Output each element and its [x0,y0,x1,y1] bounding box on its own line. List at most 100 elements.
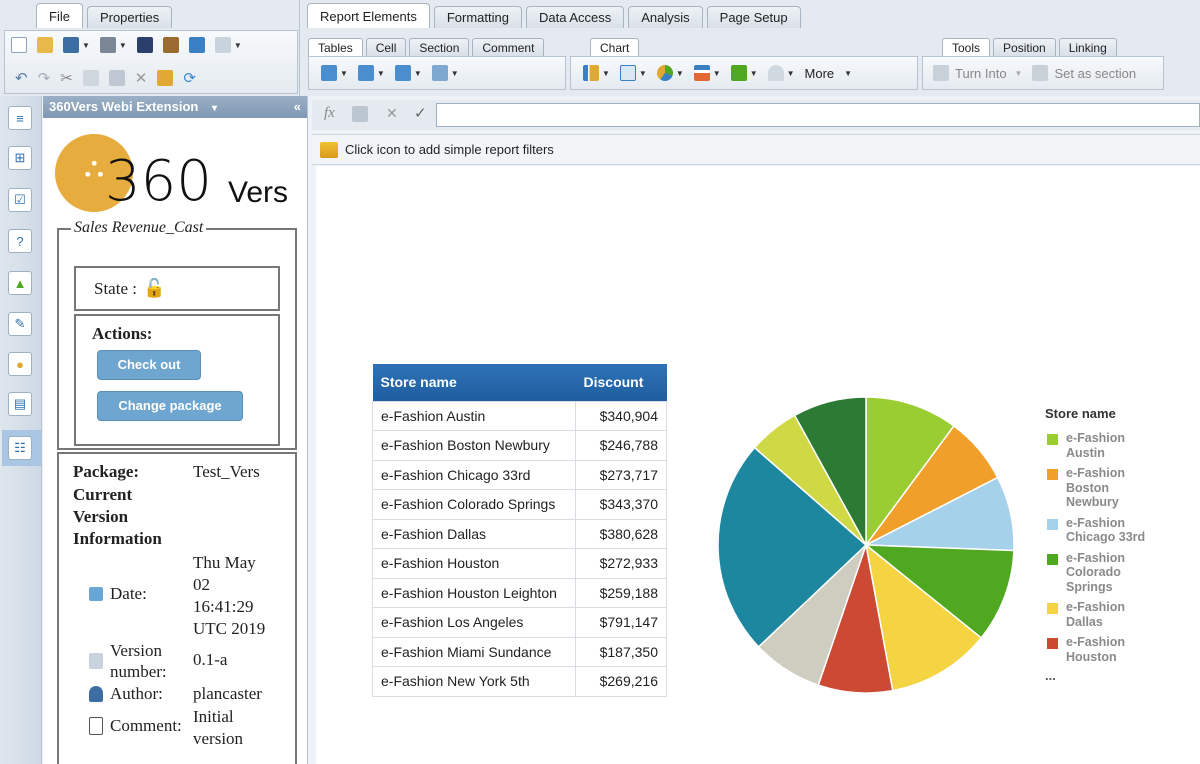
crosstab-icon[interactable]: ▼ [394,65,422,81]
table-row[interactable]: e-Fashion New York 5th $269,216 [372,666,667,697]
delete-icon[interactable]: ✕ [135,69,148,87]
send-icon[interactable]: ▼ [214,37,242,53]
open-folder-icon[interactable] [37,37,53,53]
legend-item[interactable]: e-Fashion Austin [1047,431,1175,460]
discount-cell[interactable]: $791,147 [575,607,667,638]
vertical-table-icon[interactable]: ▼ [321,65,348,81]
legend-item[interactable]: e-Fashion Houston [1047,635,1175,664]
tab-properties[interactable]: Properties [86,6,173,28]
add-filter-icon[interactable] [320,141,338,158]
formula-input[interactable] [436,103,1200,127]
change-package-button[interactable]: Change package [97,391,243,421]
set-as-section-button[interactable]: Set as section [1032,65,1136,81]
legend-more[interactable]: ... [1045,668,1175,683]
input-controls-icon[interactable]: ☑ [8,188,32,212]
discount-cell[interactable]: $343,370 [575,489,667,520]
copy-icon[interactable] [82,70,99,86]
legend-item[interactable]: e-Fashion Dallas [1047,600,1175,629]
map-chart-icon[interactable]: ▼ [730,65,758,81]
extension-icon[interactable]: ☷ [2,430,41,466]
subtab-cell[interactable]: Cell [365,38,407,56]
formula-editor-icon[interactable] [352,106,368,122]
refresh-icon[interactable]: ⟳ [183,69,196,87]
discount-cell[interactable]: $340,904 [575,400,667,431]
table-row[interactable]: e-Fashion Austin $340,904 [372,400,667,431]
navigation-map-icon[interactable]: ⊞ [8,146,32,170]
form-icon[interactable]: ▼ [431,65,459,81]
edit-properties-icon[interactable]: ✎ [8,312,32,336]
history-icon[interactable] [162,37,179,53]
print-icon[interactable]: ▼ [99,37,127,53]
help-icon[interactable]: ? [8,229,32,253]
legend-item[interactable]: e-Fashion Chicago 33rd [1047,516,1175,545]
paste-icon[interactable] [108,70,125,86]
subtab-linking[interactable]: Linking [1058,38,1117,56]
panel-dropdown-icon[interactable]: ▾ [212,103,217,114]
store-name-cell[interactable]: e-Fashion New York 5th [372,666,576,697]
discount-table[interactable]: Store name Discount e-Fashion Austin $340… [372,364,667,697]
store-name-cell[interactable]: e-Fashion Houston Leighton [372,577,576,608]
discount-cell[interactable]: $187,350 [575,636,667,667]
discount-cell[interactable]: $273,717 [575,459,667,490]
store-name-cell[interactable]: e-Fashion Chicago 33rd [372,459,576,490]
store-name-cell[interactable]: e-Fashion Houston [372,548,576,579]
table-row[interactable]: e-Fashion Miami Sundance $187,350 [372,636,667,667]
tab-data-access[interactable]: Data Access [525,6,625,28]
document-summary-icon[interactable]: ▲ [8,271,32,295]
horizontal-bar-icon[interactable]: ▼ [693,65,721,81]
tab-analysis[interactable]: Analysis [628,6,703,28]
store-name-cell[interactable]: e-Fashion Colorado Springs [372,489,576,520]
legend-item[interactable]: e-Fashion Colorado Springs [1047,551,1175,595]
subtab-tools[interactable]: Tools [942,38,991,56]
discount-pie-chart[interactable] [716,391,1026,701]
tab-page-setup[interactable]: Page Setup [706,6,801,28]
subtab-tables[interactable]: Tables [308,38,363,56]
store-name-cell[interactable]: e-Fashion Austin [372,400,576,431]
save-icon[interactable]: ▼ [63,37,90,53]
subtab-chart[interactable]: Chart [590,38,640,56]
discount-cell[interactable]: $272,933 [575,548,667,579]
pie-chart-icon[interactable]: ▼ [656,65,684,81]
header-store-name[interactable]: Store name [372,364,576,401]
gauge-chart-icon[interactable]: ▼ [767,65,795,81]
data-icon[interactable] [157,70,174,86]
new-document-icon[interactable] [11,37,27,53]
more-charts-button[interactable]: More ▼ [805,66,853,81]
legend-item[interactable]: e-Fashion Boston Newbury [1047,466,1175,510]
line-chart-icon[interactable]: ▼ [619,65,647,81]
store-name-cell[interactable]: e-Fashion Boston Newbury [372,430,576,461]
table-row[interactable]: e-Fashion Boston Newbury $246,788 [372,430,667,461]
cancel-formula-icon[interactable]: ✕ [386,105,398,122]
table-row[interactable]: e-Fashion Chicago 33rd $273,717 [372,459,667,490]
table-row[interactable]: e-Fashion Houston Leighton $259,188 [372,577,667,608]
subtab-section[interactable]: Section [409,38,470,56]
cut-icon[interactable]: ✂ [60,69,73,87]
discount-cell[interactable]: $246,788 [575,430,667,461]
redo-icon[interactable]: ↷ [38,69,51,87]
fx-icon[interactable]: fx [324,105,335,122]
subtab-comment[interactable]: Comment [472,38,545,56]
table-row[interactable]: e-Fashion Houston $272,933 [372,548,667,579]
bar-chart-icon[interactable]: ▼ [583,65,610,81]
undo-icon[interactable]: ↶ [15,69,28,87]
find-icon[interactable] [136,37,153,53]
tab-formatting[interactable]: Formatting [433,6,522,28]
tab-file[interactable]: File [36,3,83,28]
horizontal-table-icon[interactable]: ▼ [357,65,385,81]
store-name-cell[interactable]: e-Fashion Los Angeles [372,607,576,638]
discount-cell[interactable]: $380,628 [575,518,667,549]
comments-icon[interactable]: ▤ [8,392,32,416]
tab-report-elements[interactable]: Report Elements [307,3,430,28]
turn-into-button[interactable]: Turn Into ▼ [933,65,1022,81]
table-row[interactable]: e-Fashion Los Angeles $791,147 [372,607,667,638]
subtab-position[interactable]: Position [993,38,1056,56]
discount-cell[interactable]: $259,188 [575,577,667,608]
check-out-button[interactable]: Check out [97,350,201,380]
table-row[interactable]: e-Fashion Dallas $380,628 [372,518,667,549]
validate-formula-icon[interactable]: ✓ [414,104,427,122]
document-structure-icon[interactable]: ≡ [8,106,32,130]
header-discount[interactable]: Discount [575,364,667,401]
export-icon[interactable] [188,37,205,53]
store-name-cell[interactable]: e-Fashion Miami Sundance [372,636,576,667]
discount-cell[interactable]: $269,216 [575,666,667,697]
